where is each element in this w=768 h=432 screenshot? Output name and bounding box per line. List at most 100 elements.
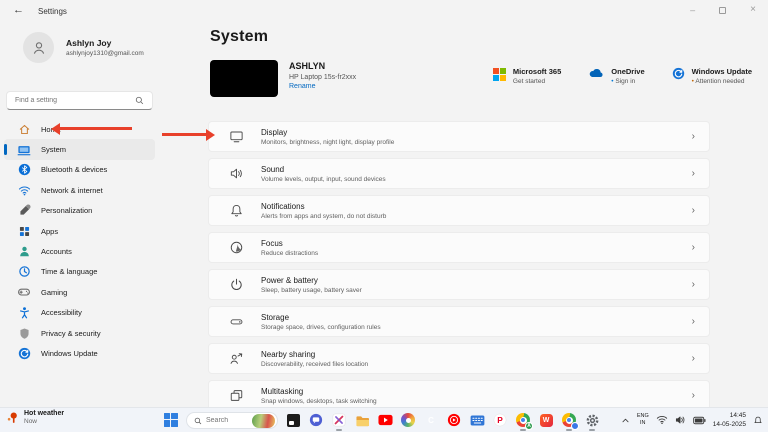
row-description: Volume levels, output, input, sound devi… xyxy=(261,175,386,183)
sidebar-item-label: Network & internet xyxy=(41,185,103,195)
chevron-right-icon: › xyxy=(691,316,695,327)
sidebar-item-privacy-security[interactable]: Privacy & security xyxy=(4,323,155,343)
touch-keyboard-button[interactable] xyxy=(469,412,485,428)
sidebar-item-time-language[interactable]: Time & language xyxy=(4,262,155,282)
power-icon xyxy=(229,277,244,292)
chevron-right-icon: › xyxy=(691,205,695,216)
tray-time: 14:45 xyxy=(729,411,746,419)
chrome-profile-a-button[interactable]: A xyxy=(515,412,533,431)
onedrive-card[interactable]: OneDrive • Sign in xyxy=(588,67,645,85)
settings-rows: Display Monitors, brightness, night light… xyxy=(208,121,710,417)
row-label: Storage xyxy=(261,312,290,322)
pinterest-app-button[interactable]: P xyxy=(492,412,508,428)
search-highlight-image[interactable] xyxy=(252,413,275,428)
running-indicator xyxy=(589,429,595,431)
task-view-button[interactable] xyxy=(285,412,301,428)
chrome-profile-b-button[interactable] xyxy=(561,412,579,431)
device-thumbnail xyxy=(210,60,278,97)
microsoft-365-card[interactable]: Microsoft 365 Get started xyxy=(492,67,562,85)
window-controls: – × xyxy=(690,5,756,15)
sidebar-nav: Home System Bluetooth & devices Network … xyxy=(4,119,155,364)
sidebar-item-label: Gaming xyxy=(41,287,68,297)
time-language-icon xyxy=(17,265,31,279)
back-icon[interactable]: ← xyxy=(13,4,24,16)
paint-app-button[interactable] xyxy=(331,412,347,431)
youtube-music-button[interactable] xyxy=(446,412,462,428)
status-bullet: • xyxy=(691,78,694,85)
notification-bell-icon[interactable] xyxy=(753,415,763,426)
tray-chevron-up-icon[interactable] xyxy=(621,416,630,425)
selected-indicator xyxy=(4,143,7,155)
photos-app-button[interactable] xyxy=(400,412,416,428)
row-description: Storage space, drives, configuration rul… xyxy=(261,323,381,331)
search-icon xyxy=(135,96,144,105)
file-explorer-button[interactable] xyxy=(354,412,370,428)
sidebar-item-label: Bluetooth & devices xyxy=(41,165,108,175)
taskbar-search[interactable] xyxy=(186,412,278,429)
windows-logo-icon xyxy=(164,413,178,427)
chevron-right-icon: › xyxy=(691,279,695,290)
battery-icon[interactable] xyxy=(692,416,706,425)
sidebar-item-apps[interactable]: Apps xyxy=(4,221,155,241)
window-title: Settings xyxy=(38,7,67,16)
sidebar-item-system[interactable]: System xyxy=(4,139,155,160)
row-display[interactable]: Display Monitors, brightness, night light… xyxy=(208,121,710,152)
weather-icon xyxy=(6,411,19,425)
row-focus[interactable]: Focus Reduce distractions › xyxy=(208,232,710,263)
weather-widget[interactable]: Hot weather Now xyxy=(6,410,64,425)
row-power-battery[interactable]: Power & battery Sleep, battery usage, bat… xyxy=(208,269,710,300)
taskbar-search-input[interactable] xyxy=(206,417,248,424)
sidebar-item-windows-update[interactable]: Windows Update xyxy=(4,343,155,363)
sidebar-item-personalization[interactable]: Personalization xyxy=(4,201,155,221)
settings-app-button[interactable] xyxy=(584,412,600,431)
sidebar-item-bluetooth-devices[interactable]: Bluetooth & devices xyxy=(4,160,155,180)
sidebar-item-label: Time & language xyxy=(41,267,98,277)
minimize-icon[interactable]: – xyxy=(690,6,695,15)
main-content: System ASHLYN HP Laptop 15s-fr2xxx Renam… xyxy=(200,22,768,411)
windows-update-card[interactable]: Windows Update • Attention needed xyxy=(672,67,752,85)
youtube-app-button[interactable] xyxy=(377,412,393,428)
row-label: Nearby sharing xyxy=(261,349,316,359)
row-storage[interactable]: Storage Storage space, drives, configurat… xyxy=(208,306,710,337)
privacy-icon xyxy=(17,326,31,340)
status-subtitle: Get started xyxy=(512,78,546,85)
row-nearby-sharing[interactable]: Nearby sharing Discoverability, received … xyxy=(208,343,710,374)
user-email: ashlynjoy1310@gmail.com xyxy=(66,50,144,57)
sidebar-item-accounts[interactable]: Accounts xyxy=(4,241,155,261)
photos-icon xyxy=(401,413,415,427)
nearby-sharing-icon xyxy=(229,351,244,366)
chrome-profile-badge xyxy=(571,422,579,430)
sidebar-item-network-internet[interactable]: Network & internet xyxy=(4,180,155,200)
volume-icon[interactable] xyxy=(675,415,686,425)
wattpad-app-button[interactable]: W xyxy=(538,412,554,428)
taskbar: Hot weather Now C P A W ENG IN xyxy=(0,407,768,432)
rename-link[interactable]: Rename xyxy=(289,83,356,90)
multitasking-icon xyxy=(229,388,244,403)
search-input[interactable] xyxy=(15,97,135,104)
status-title: Microsoft 365 xyxy=(512,67,562,76)
language-indicator[interactable]: ENG IN xyxy=(637,413,649,428)
titlebar: ← Settings – × xyxy=(0,0,768,22)
notifications-icon xyxy=(229,203,244,218)
maximize-icon[interactable] xyxy=(719,6,727,14)
status-subtitle: Sign in xyxy=(615,78,636,85)
row-notifications[interactable]: Notifications Alerts from apps and system… xyxy=(208,195,710,226)
windows-update-icon xyxy=(17,346,31,360)
clock[interactable]: 14:45 14-05-2025 xyxy=(713,411,746,431)
sidebar-item-gaming[interactable]: Gaming xyxy=(4,282,155,302)
system-icon xyxy=(17,143,31,157)
gaming-icon xyxy=(17,285,31,299)
sidebar-item-accessibility[interactable]: Accessibility xyxy=(4,303,155,323)
user-profile[interactable]: Ashlyn Joy ashlynjoy1310@gmail.com xyxy=(23,32,144,63)
start-button[interactable] xyxy=(163,412,179,428)
task-view-icon xyxy=(286,413,300,427)
row-sound[interactable]: Sound Volume levels, output, input, sound… xyxy=(208,158,710,189)
canva-app-button[interactable]: C xyxy=(423,412,439,428)
teams-app-button[interactable] xyxy=(308,412,324,428)
status-title: Windows Update xyxy=(691,67,752,76)
wifi-icon[interactable] xyxy=(656,415,668,425)
close-icon[interactable]: × xyxy=(750,5,756,15)
row-label: Sound xyxy=(261,164,285,174)
find-setting-searchbox[interactable] xyxy=(6,91,153,110)
sidebar: Ashlyn Joy ashlynjoy1310@gmail.com Home … xyxy=(0,22,200,407)
